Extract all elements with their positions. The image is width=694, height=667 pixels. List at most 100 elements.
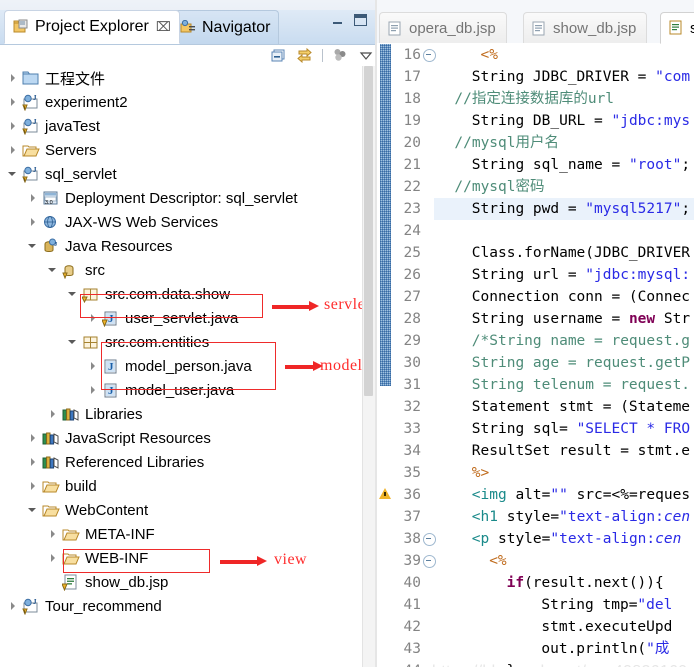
close-icon[interactable]: ⌧	[156, 19, 171, 35]
tree-item[interactable]: Jmodel_user.java	[0, 378, 375, 402]
collapse-all-icon[interactable]	[270, 47, 287, 63]
view-menu-chevron-icon[interactable]	[358, 47, 375, 63]
scrollbar-thumb[interactable]	[364, 66, 373, 396]
tab-project-explorer-label: Project Explorer	[35, 18, 149, 35]
tree-item[interactable]: WEB-INF	[0, 546, 375, 570]
tree-item[interactable]: J! Tour_recommend	[0, 594, 375, 618]
chevron-right-icon[interactable]	[28, 217, 39, 228]
code-token: "com	[655, 69, 691, 85]
code-line[interactable]: 20 //mysql用户名	[377, 132, 694, 154]
tree-item-label: JavaScript Resources	[65, 429, 211, 447]
code-line[interactable]: 21 String sql_name = "root";	[377, 154, 694, 176]
code-line[interactable]: 23 String pwd = "mysql5217";	[377, 198, 694, 220]
code-line[interactable]: 40 if(result.next()){	[377, 572, 694, 594]
code-line[interactable]: 33 String sql= "SELECT * FRO	[377, 418, 694, 440]
tab-navigator[interactable]: Navigator	[171, 10, 280, 44]
chevron-right-icon[interactable]	[88, 361, 99, 372]
code-line[interactable]: 37 <h1 style="text-align:cen	[377, 506, 694, 528]
tree-item[interactable]: show_db.jsp	[0, 570, 375, 594]
tree-item[interactable]: Libraries	[0, 402, 375, 426]
tree-item[interactable]: J! sql_servlet	[0, 162, 375, 186]
code-line[interactable]: 24	[377, 220, 694, 242]
code-line[interactable]: 38 <p style="text-align:cen	[377, 528, 694, 550]
chevron-right-icon[interactable]	[28, 457, 39, 468]
editor-tab-show-db[interactable]: show_db.jsp	[523, 12, 648, 44]
chevron-right-icon[interactable]	[8, 145, 19, 156]
code-line[interactable]: 16 <%	[377, 44, 694, 66]
code-line[interactable]: 42 stmt.executeUpd	[377, 616, 694, 638]
tree-item[interactable]: 工程文件	[0, 66, 375, 90]
code-line[interactable]: 19 String DB_URL = "jdbc:mys	[377, 110, 694, 132]
fold-collapse-icon[interactable]	[423, 533, 436, 546]
view-menu-users-icon[interactable]	[332, 47, 349, 63]
project-tree-vertical-scrollbar[interactable]	[362, 66, 375, 667]
tree-item[interactable]: WebContent	[0, 498, 375, 522]
chevron-right-icon[interactable]	[8, 73, 19, 84]
chevron-right-icon[interactable]	[8, 121, 19, 132]
tree-item[interactable]: J! experiment2	[0, 90, 375, 114]
chevron-right-icon[interactable]	[88, 385, 99, 396]
chevron-right-icon[interactable]	[28, 193, 39, 204]
code-text: String sql= "SELECT * FRO	[472, 418, 690, 440]
code-line[interactable]: 36 <img alt="" src=<%=reques	[377, 484, 694, 506]
chevron-down-icon[interactable]	[28, 505, 39, 516]
svg-text:!: !	[24, 130, 25, 135]
tab-project-explorer[interactable]: Project Explorer ⌧	[4, 10, 180, 44]
code-line[interactable]: 17 String JDBC_DRIVER = "com	[377, 66, 694, 88]
fold-collapse-icon[interactable]	[423, 555, 436, 568]
chevron-down-icon[interactable]	[28, 241, 39, 252]
chevron-down-icon[interactable]	[8, 169, 19, 180]
chevron-right-icon[interactable]	[28, 433, 39, 444]
code-line[interactable]: 39 <%	[377, 550, 694, 572]
code-line[interactable]: 35 %>	[377, 462, 694, 484]
code-line[interactable]: 26 String url = "jdbc:mysql:	[377, 264, 694, 286]
maximize-icon[interactable]	[354, 14, 367, 26]
code-line[interactable]: 27 Connection conn = (Connec	[377, 286, 694, 308]
project-tree[interactable]: 工程文件 J! experiment2 J! javaTest Servers J! sql_…	[0, 66, 375, 667]
code-token: "del	[637, 597, 673, 613]
chevron-down-icon[interactable]	[68, 289, 79, 300]
code-line[interactable]: 25 Class.forName(JDBC_DRIVER	[377, 242, 694, 264]
chevron-right-icon[interactable]	[48, 409, 59, 420]
code-line[interactable]: 18 //指定连接数据库的url	[377, 88, 694, 110]
code-line[interactable]: 43 out.println("成	[377, 638, 694, 660]
code-line[interactable]: 34 ResultSet result = stmt.e	[377, 440, 694, 462]
code-text: String pwd = "mysql5217";	[472, 198, 690, 220]
tree-item[interactable]: build	[0, 474, 375, 498]
code-line[interactable]: 32 Statement stmt = (Stateme	[377, 396, 694, 418]
chevron-right-icon[interactable]	[48, 529, 59, 540]
code-token: String JDBC_DRIVER =	[471, 69, 656, 85]
chevron-right-icon[interactable]	[88, 313, 99, 324]
chevron-down-icon[interactable]	[48, 265, 59, 276]
package-icon	[82, 334, 100, 351]
code-line[interactable]: 22 //mysql密码	[377, 176, 694, 198]
watermark: https://blog.csdn.net/qq_40826169	[432, 663, 687, 667]
chevron-down-icon[interactable]	[68, 337, 79, 348]
chevron-right-icon[interactable]	[8, 601, 19, 612]
tree-item[interactable]: 3.0 Deployment Descriptor: sql_servlet	[0, 186, 375, 210]
tree-item[interactable]: Referenced Libraries	[0, 450, 375, 474]
editor-tab-active[interactable]: s	[660, 12, 694, 44]
tree-item[interactable]: src.com.entities	[0, 330, 375, 354]
tree-item[interactable]: JavaScript Resources	[0, 426, 375, 450]
code-line[interactable]: 41 String tmp="del	[377, 594, 694, 616]
tree-item[interactable]: JAX-WS Web Services	[0, 210, 375, 234]
code-editor[interactable]: 16 <% 17 String JDBC_DRIVER = "com 18 //指定连接数…	[377, 44, 694, 667]
code-line[interactable]: 30 String age = request.getP	[377, 352, 694, 374]
minimize-icon[interactable]	[332, 14, 345, 26]
code-line[interactable]: 31 String telenum = request.	[377, 374, 694, 396]
tree-item[interactable]: J Java Resources	[0, 234, 375, 258]
tree-item[interactable]: J! javaTest	[0, 114, 375, 138]
tree-item[interactable]: Servers	[0, 138, 375, 162]
tree-item[interactable]: src	[0, 258, 375, 282]
link-with-editor-icon[interactable]	[296, 47, 313, 64]
code-line[interactable]: 28 String username = new Str	[377, 308, 694, 330]
chevron-right-icon[interactable]	[48, 553, 59, 564]
chevron-right-icon[interactable]	[28, 481, 39, 492]
editor-tab-opera-db[interactable]: opera_db.jsp	[379, 12, 507, 44]
editor-tab-strip: opera_db.jsp show_db.jsp s	[377, 0, 694, 44]
chevron-right-icon[interactable]	[8, 97, 19, 108]
fold-collapse-icon[interactable]	[423, 49, 436, 62]
code-line[interactable]: 29 /*String name = request.g	[377, 330, 694, 352]
tree-item[interactable]: META-INF	[0, 522, 375, 546]
